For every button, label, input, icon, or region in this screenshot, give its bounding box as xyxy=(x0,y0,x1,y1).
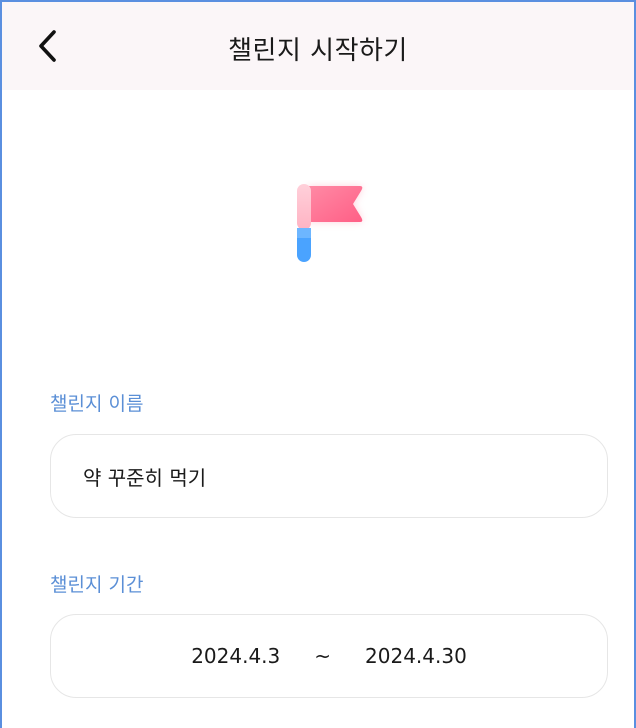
challenge-name-input[interactable] xyxy=(51,435,607,517)
challenge-period-field[interactable]: 2024.4.3 ~ 2024.4.30 xyxy=(50,614,608,698)
page-title: 챌린지 시작하기 xyxy=(228,36,408,66)
challenge-period-label: 챌린지 기간 xyxy=(50,574,144,596)
challenge-name-field[interactable] xyxy=(50,434,608,518)
period-separator: ~ xyxy=(314,644,332,668)
flag-icon xyxy=(288,180,378,270)
challenge-start-screen: 챌린지 시작하기 챌린지 이름 약 꾸준히 먹기 챌린지 기간 2024.4.3… xyxy=(0,0,636,728)
challenge-name-label: 챌린지 이름 xyxy=(50,393,144,415)
period-end-date[interactable]: 2024.4.30 xyxy=(365,644,467,668)
top-app-bar: 챌린지 시작하기 xyxy=(2,2,634,90)
period-start-date[interactable]: 2024.4.3 xyxy=(191,644,280,668)
